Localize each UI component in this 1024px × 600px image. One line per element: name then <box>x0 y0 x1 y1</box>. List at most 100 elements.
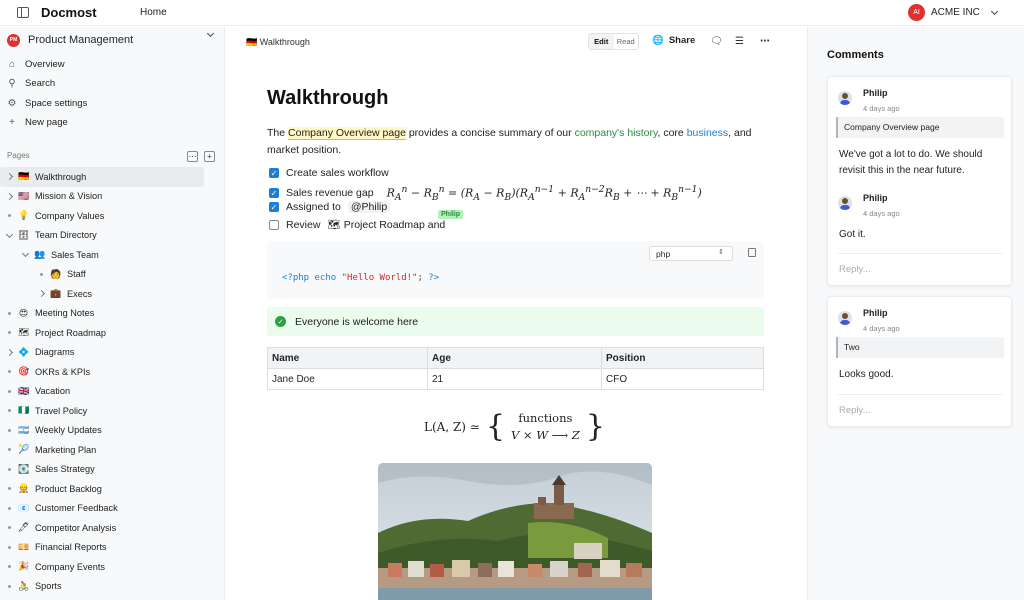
intro-paragraph[interactable]: The Company Overview page provides a con… <box>267 125 767 159</box>
avatar[interactable] <box>838 196 852 210</box>
sidebar-tree-item[interactable]: 👥 Sales Team <box>0 245 225 265</box>
avatar[interactable] <box>838 91 852 105</box>
data-table[interactable]: Name Age Position Jane Doe 21 CFO <box>267 347 764 390</box>
math-block[interactable]: L(A, Z) ≃ { functions V × W ⟶ Z } <box>424 409 605 444</box>
user-mention[interactable]: @Philip <box>347 201 391 213</box>
reply-input[interactable]: Reply... <box>839 264 871 275</box>
bullet-icon <box>8 487 11 491</box>
more-options-icon[interactable]: ⋯ <box>760 36 770 47</box>
comment-time: 4 days ago <box>863 209 900 218</box>
table-cell[interactable]: CFO <box>601 368 764 390</box>
sidebar-tree-item[interactable]: 🖊 Competitor Analysis <box>0 518 225 538</box>
company-overview-link[interactable]: Company Overview page <box>288 127 406 140</box>
todo-item: ✓ Assigned to @Philip <box>269 201 391 213</box>
code-language-select[interactable]: php ⇕ <box>649 246 733 261</box>
space-switcher[interactable]: PM Product Management <box>7 29 217 47</box>
breadcrumb[interactable]: 🇩🇪 Walkthrough <box>246 37 310 48</box>
sidebar-tree-item[interactable]: 🧑 Staff <box>0 265 225 285</box>
sidebar-tree-item[interactable]: 💠 Diagrams <box>0 343 225 363</box>
comment-author[interactable]: Philip <box>863 88 888 98</box>
table-cell[interactable]: 21 <box>427 368 602 390</box>
sidebar-tree-item[interactable]: 😍 Meeting Notes <box>0 304 225 324</box>
company-history-link[interactable]: company's history <box>575 127 658 139</box>
success-callout[interactable]: ✓ Everyone is welcome here <box>267 307 764 336</box>
divider <box>838 253 1003 254</box>
sidebar-tree-item[interactable]: 📧 Customer Feedback <box>0 499 225 519</box>
share-button[interactable]: 🌐 Share <box>652 35 695 46</box>
sidebar-tree-item[interactable]: 💴 Financial Reports <box>0 538 225 558</box>
sidebar-tree-item[interactable]: 🇳🇬 Travel Policy <box>0 401 225 421</box>
sidebar-tree-item[interactable]: 💡 Company Values <box>0 206 225 226</box>
sidebar-tree-item[interactable]: 🇬🇧 Vacation <box>0 382 225 402</box>
avatar[interactable] <box>838 311 852 325</box>
business-link[interactable]: business <box>687 127 728 139</box>
comment-author[interactable]: Philip <box>863 308 888 318</box>
page-link[interactable]: 🗺 Project Roadmap and <box>327 218 445 231</box>
edit-mode-button[interactable]: Edit <box>589 34 614 49</box>
home-link[interactable]: Home <box>140 7 167 18</box>
add-page-icon[interactable]: + <box>204 151 215 162</box>
checkbox-unchecked-icon[interactable] <box>269 219 279 230</box>
read-mode-button[interactable]: Read <box>614 34 639 49</box>
copy-icon[interactable] <box>748 248 756 257</box>
app-brand[interactable]: Docmost <box>41 5 97 20</box>
table-header-cell[interactable]: Name <box>267 347 428 369</box>
code-content[interactable]: <?php echo "Hello World!"; ?> <box>282 273 439 283</box>
checkbox-checked-icon[interactable]: ✓ <box>269 188 279 199</box>
more-icon[interactable]: ⋯ <box>187 151 198 162</box>
sidebar-tree-item[interactable]: 💽 Sales Strategy <box>0 460 225 480</box>
table-cell[interactable]: Jane Doe <box>267 368 428 390</box>
sidebar-tree-item[interactable]: 🗄 Team Directory <box>0 226 225 246</box>
table-of-contents-icon[interactable]: ☰ <box>735 36 744 47</box>
sidebar-tree-label: Company Events <box>35 561 105 572</box>
sidebar-tree-item[interactable]: 🇺🇸 Mission & Vision <box>0 187 225 207</box>
table-header-cell[interactable]: Position <box>601 347 764 369</box>
checkbox-checked-icon[interactable]: ✓ <box>269 202 279 212</box>
sidebar-tree-label: Project Roadmap <box>35 327 106 338</box>
sidebar-tree-item[interactable]: 👷 Product Backlog <box>0 479 225 499</box>
table-header-cell[interactable]: Age <box>427 347 602 369</box>
sidebar-tree-label: Meeting Notes <box>35 308 95 319</box>
comments-icon[interactable]: 🗨 <box>710 36 723 47</box>
page-title[interactable]: Walkthrough <box>267 87 388 110</box>
sidebar-tree-item[interactable]: 🎉 Company Events <box>0 557 225 577</box>
chevron-right-icon[interactable] <box>37 289 46 298</box>
castle-landscape-image[interactable] <box>378 463 652 600</box>
reply-input[interactable]: Reply... <box>839 405 871 416</box>
sidebar-nav-item[interactable]: + New page <box>7 113 217 132</box>
comment-author[interactable]: Philip <box>863 193 888 203</box>
chevron-right-icon[interactable] <box>5 192 14 200</box>
sidebar-tree-item[interactable]: 🇩🇪 Walkthrough <box>0 167 204 187</box>
text-run: The <box>267 127 289 139</box>
sidebar-nav-item[interactable]: ⚙ Space settings <box>7 94 217 113</box>
bullet-icon <box>8 428 11 432</box>
comment-quote[interactable]: Two <box>836 337 1004 358</box>
sidebar-tree-item[interactable]: 🎾 Marketing Plan <box>0 440 225 460</box>
math-formula[interactable]: RAn − RBn = (RA − RB)(RAn−1 + RAn−2RB + … <box>387 184 702 203</box>
home-icon: ⌂ <box>8 59 16 71</box>
sidebar-nav-item[interactable]: ⚲ Search <box>7 74 217 93</box>
sidebar-tree-item[interactable]: 💼 Execs <box>0 284 225 304</box>
page-emoji-icon: 🎯 <box>18 366 30 377</box>
sidebar-toggle-icon[interactable] <box>17 7 29 18</box>
todo-label: Assigned to <box>286 201 341 213</box>
page-emoji-icon: 😍 <box>18 307 29 318</box>
chevron-down-icon[interactable] <box>21 249 30 258</box>
sidebar-tree-item[interactable]: 🗺 Project Roadmap <box>0 323 225 343</box>
sidebar-tree-item[interactable]: 🇦🇷 Weekly Updates <box>0 421 225 441</box>
comments-title: Comments <box>827 49 884 61</box>
chevron-down-icon <box>990 7 998 15</box>
chevron-down-icon[interactable] <box>5 230 14 238</box>
comment-quote[interactable]: Company Overview page <box>836 117 1004 138</box>
chevron-right-icon[interactable] <box>5 172 14 181</box>
page-emoji-icon: 👷 <box>18 483 30 494</box>
sidebar-nav-item[interactable]: ⌂ Overview <box>7 55 217 74</box>
checkbox-checked-icon[interactable]: ✓ <box>269 168 279 178</box>
sidebar-tree-item[interactable]: 🚴 Sports <box>0 577 225 597</box>
code-block[interactable]: php ⇕ <?php echo "Hello World!"; ?> <box>267 241 764 299</box>
bullet-icon <box>8 448 11 452</box>
chevron-right-icon[interactable] <box>5 348 14 356</box>
sidebar-tree-item[interactable]: 🎯 OKRs & KPIs <box>0 362 225 382</box>
sidebar: PM Product Management ⌂ Overview ⚲ Search ⚙ S… <box>0 27 225 600</box>
workspace-switcher[interactable]: AI ACME INC <box>908 4 998 21</box>
